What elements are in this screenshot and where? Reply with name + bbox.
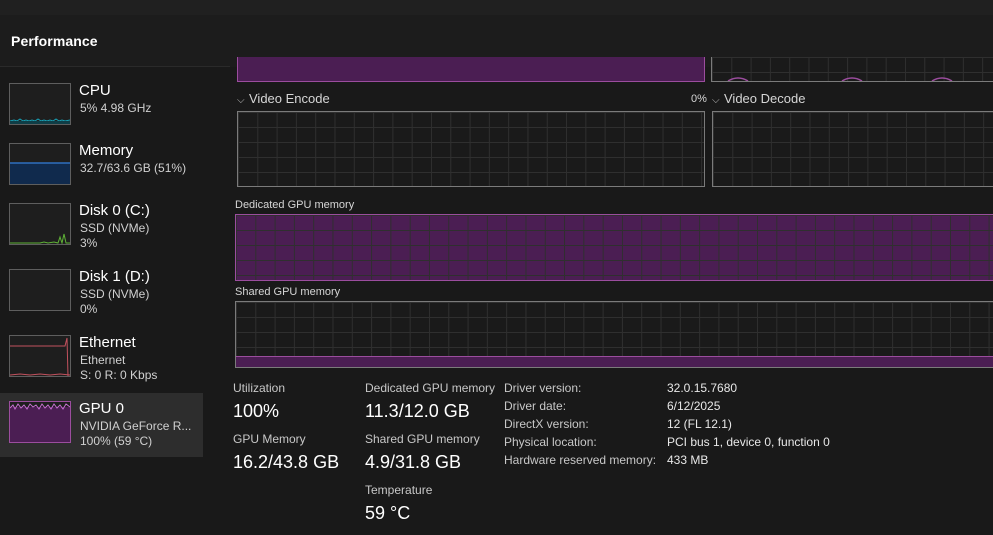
sidebar-item-cpu[interactable]: CPU 5% 4.98 GHz [0, 75, 203, 139]
sidebar: CPU 5% 4.98 GHz Memory 32.7/63.6 GB (51%… [0, 67, 204, 535]
cpu-thumbnail-graph [9, 83, 71, 125]
ethernet-thumbnail-graph [9, 335, 71, 377]
copy-engine-graph [711, 57, 993, 82]
physical-location-value: PCI bus 1, device 0, function 0 [667, 435, 830, 449]
directx-version-value: 12 (FL 12.1) [667, 417, 732, 431]
dedicated-gpu-memory-graph [235, 214, 993, 281]
directx-version-key: DirectX version: [504, 417, 589, 431]
video-encode-label[interactable]: ⌵ Video Encode [237, 91, 330, 106]
sidebar-item-detail: SSD (NVMe) [80, 221, 150, 235]
driver-version-value: 32.0.15.7680 [667, 381, 738, 395]
sidebar-item-memory[interactable]: Memory 32.7/63.6 GB (51%) [0, 135, 203, 199]
sidebar-item-label: Disk 0 (C:) [79, 202, 150, 219]
shared-gpu-memory-label: Shared GPU memory [235, 286, 341, 298]
sidebar-item-usage: 3% [80, 236, 98, 250]
dedicated-memory-stat-value: 11.3/12.0 GB [365, 401, 470, 421]
dedicated-gpu-memory-label: Dedicated GPU memory [235, 199, 355, 211]
shared-memory-stat-value: 4.9/31.8 GB [365, 452, 462, 472]
video-encode-percent: 0% [691, 93, 707, 105]
driver-date-key: Driver date: [504, 399, 567, 413]
sidebar-item-disk-1[interactable]: Disk 1 (D:) SSD (NVMe) 0% [0, 261, 203, 325]
driver-version-key: Driver version: [504, 381, 582, 395]
gpu-memory-label: GPU Memory [233, 432, 306, 446]
sidebar-item-detail: 5% 4.98 GHz [80, 101, 152, 115]
sidebar-item-detail: 32.7/63.6 GB (51%) [80, 161, 187, 175]
shared-gpu-memory-graph [235, 301, 993, 368]
utilization-value: 100% [233, 401, 280, 421]
sidebar-item-detail: NVIDIA GeForce R... [80, 419, 192, 433]
sidebar-item-usage: 100% (59 °C) [80, 434, 153, 448]
sidebar-item-label: CPU [79, 82, 111, 99]
physical-location-key: Physical location: [504, 435, 597, 449]
disk-1-thumbnail-graph [9, 269, 71, 311]
video-encode-graph [237, 111, 705, 187]
sidebar-item-usage: 0% [80, 302, 98, 316]
sidebar-item-label: Ethernet [79, 334, 136, 351]
sidebar-item-disk-0[interactable]: Disk 0 (C:) SSD (NVMe) 3% [0, 195, 203, 259]
sidebar-item-gpu-0[interactable]: GPU 0 NVIDIA GeForce R... 100% (59 °C) [0, 393, 203, 457]
3d-engine-graph [237, 57, 705, 82]
shared-memory-stat-label: Shared GPU memory [365, 432, 480, 446]
video-decode-label[interactable]: ⌵ Video Decode [712, 91, 805, 106]
temperature-value: 59 °C [365, 503, 411, 523]
sidebar-item-usage: S: 0 R: 0 Kbps [80, 368, 158, 382]
chevron-down-icon: ⌵ [237, 95, 245, 106]
sidebar-item-detail: SSD (NVMe) [80, 287, 150, 301]
temperature-label: Temperature [365, 483, 433, 497]
hardware-reserved-memory-value: 433 MB [667, 453, 709, 467]
driver-date-value: 6/12/2025 [667, 399, 721, 413]
dedicated-memory-stat-label: Dedicated GPU memory [365, 381, 496, 395]
gpu-0-thumbnail-graph [9, 401, 71, 443]
sidebar-item-label: Memory [79, 142, 134, 159]
gpu-memory-value: 16.2/43.8 GB [233, 452, 340, 472]
video-decode-graph [712, 111, 993, 187]
sidebar-item-label: GPU 0 [79, 400, 125, 417]
disk-0-thumbnail-graph [9, 203, 71, 245]
sidebar-item-ethernet[interactable]: Ethernet Ethernet S: 0 R: 0 Kbps [0, 327, 203, 391]
page-title: Performance [11, 33, 98, 49]
memory-thumbnail-graph [9, 143, 71, 185]
sidebar-item-label: Disk 1 (D:) [79, 268, 150, 285]
title-bar-strip [0, 0, 993, 15]
sidebar-item-detail: Ethernet [80, 353, 126, 367]
utilization-label: Utilization [233, 381, 286, 395]
hardware-reserved-memory-key: Hardware reserved memory: [504, 453, 657, 467]
chevron-down-icon: ⌵ [712, 95, 720, 106]
